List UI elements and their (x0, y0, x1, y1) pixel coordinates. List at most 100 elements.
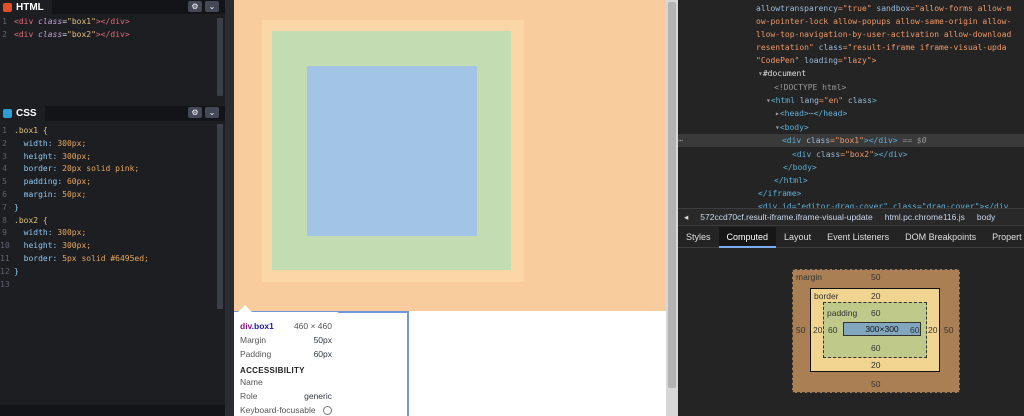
css-icon (3, 109, 12, 118)
breadcrumb-back-icon[interactable]: ◂ (684, 212, 688, 223)
line-number: 1 (2, 17, 7, 26)
html-code-editor[interactable]: 1 <div class="box1"></div> 2 <div class="bo… (0, 16, 220, 42)
css-collapse-chevron-down-icon[interactable]: ⌄ (205, 107, 219, 118)
css-editor-scrollbar[interactable] (217, 124, 223, 309)
code-text: width: 300px; (14, 228, 87, 238)
line-number: 1 (2, 126, 7, 135)
box-model-margin-right[interactable]: 50 (944, 325, 953, 335)
code-line[interactable]: 2 <div class="box2"></div> (0, 29, 220, 42)
box-model-border-left[interactable]: 20 (813, 325, 822, 335)
tooltip-element-class: .box1 (251, 321, 274, 331)
box-model-diagram: 300×300 margin 50 50 50 50 border 20 20 … (792, 269, 960, 393)
box-model-margin-top[interactable]: 50 (871, 272, 880, 282)
js-pane-header (0, 405, 225, 416)
code-line[interactable]: 5 padding: 60px; (0, 176, 214, 189)
subtab-propert[interactable]: Propert (984, 227, 1024, 248)
breadcrumb-item[interactable]: body (977, 212, 995, 222)
box-model-border-top[interactable]: 20 (871, 291, 880, 301)
subtab-layout[interactable]: Layout (776, 227, 819, 248)
css-code-editor[interactable]: 1 .box1 {2 width: 300px; 3 height: 300px; 4… (0, 125, 214, 291)
line-number: 3 (2, 151, 7, 161)
tooltip-focusable-icon (323, 405, 332, 415)
box-model-margin-bottom[interactable]: 50 (871, 379, 880, 389)
html-pane-tab[interactable]: HTML (0, 0, 52, 14)
code-line[interactable]: 1 <div class="box1"></div> (0, 16, 220, 29)
dom-head-node[interactable]: ▸<head>⋯</head> (775, 107, 847, 120)
css-pane-tab[interactable]: CSS (0, 106, 45, 121)
tooltip-accessibility-heading: ACCESSIBILITY (240, 366, 305, 375)
tooltip-caret (238, 305, 252, 312)
dom-line: resentation" class="result-iframe iframe… (756, 43, 1007, 52)
tooltip-padding-value: 60px (313, 349, 332, 359)
editor-column: HTML ⚙ ⌄ 1 <div class="box1"></div> 2 <div … (0, 0, 225, 416)
code-line[interactable]: 11 border: 5px solid #6495ed; (0, 253, 214, 266)
tooltip-role-row: Role generic (240, 389, 332, 403)
box1-margin-highlight[interactable] (234, 0, 666, 311)
tooltip-margin-row: Margin 50px (240, 333, 332, 347)
line-number: 8 (2, 215, 7, 225)
css-pane-title: CSS (16, 108, 37, 119)
code-line[interactable]: 2 width: 300px; (0, 138, 214, 151)
line-number: 12 (0, 266, 10, 276)
code-text: height: 300px; (14, 241, 92, 251)
box-model-border-bottom[interactable]: 20 (871, 360, 880, 370)
subtab-computed[interactable]: Computed (718, 226, 777, 248)
subtab-styles[interactable]: Styles (678, 227, 719, 248)
tooltip-focusable-label: Keyboard-focusable (240, 405, 316, 415)
breadcrumb-item[interactable]: html.pc.chrome116.js (885, 212, 965, 222)
box-model-padding-left[interactable]: 60 (828, 325, 837, 335)
dom-document-node[interactable]: ▾#document (758, 67, 806, 80)
preview-scrollbar[interactable] (666, 0, 678, 416)
code-line[interactable]: 1 .box1 { (0, 125, 214, 138)
dom-iframe-close[interactable]: </iframe> (758, 187, 801, 200)
tooltip-focusable-row: Keyboard-focusable (240, 403, 332, 416)
css-pane-header: CSS ⚙ ⌄ (0, 106, 225, 121)
tooltip-padding-label: Padding (240, 349, 272, 359)
tooltip-role-label: Role (240, 391, 258, 401)
dom-body-node[interactable]: ▾<body> (775, 121, 809, 134)
line-number: 9 (2, 228, 7, 238)
code-line[interactable]: 8 .box2 { (0, 215, 214, 228)
dom-box2-node[interactable]: <div class="box2"></div> (792, 148, 908, 161)
code-text: border: 5px solid #6495ed; (14, 253, 149, 263)
dom-body-close[interactable]: </body> (783, 161, 817, 174)
code-line[interactable]: 6 margin: 50px; (0, 189, 214, 202)
code-line[interactable]: 7} (0, 202, 214, 215)
code-line[interactable]: 10 height: 300px; (0, 240, 214, 253)
dom-line: "CodePen" loading="lazy"> (756, 56, 877, 65)
box-model-padding-bottom[interactable]: 60 (871, 343, 880, 353)
dom-box1-node[interactable]: ⋯ <div class="box1"></div> == $0 (678, 134, 1024, 147)
box-model-padding-right[interactable]: 60 (910, 325, 919, 335)
html-settings-gear-icon[interactable]: ⚙ (188, 1, 202, 12)
html-collapse-chevron-down-icon[interactable]: ⌄ (205, 1, 219, 12)
code-line[interactable]: 9 width: 300px; (0, 227, 214, 240)
code-line[interactable]: 13 (0, 279, 214, 292)
line-number: 5 (2, 177, 7, 187)
code-line[interactable]: 12} (0, 266, 214, 279)
code-line[interactable]: 3 height: 300px; (0, 151, 214, 164)
line-number: 13 (0, 279, 10, 289)
line-number: 4 (2, 164, 7, 174)
box-model-margin-left[interactable]: 50 (796, 325, 805, 335)
breadcrumb-item[interactable]: 572ccd70cf.result-iframe.iframe-visual-u… (700, 212, 872, 222)
subtab-dom-breakpoints[interactable]: DOM Breakpoints (897, 227, 984, 248)
editor-preview-resizer[interactable] (225, 0, 234, 416)
html-pane-title: HTML (16, 1, 44, 13)
tooltip-margin-value: 50px (313, 335, 332, 345)
dom-html-node[interactable]: ▾<html lang="en" class> (766, 94, 877, 107)
dom-html-close[interactable]: </html> (774, 174, 808, 187)
box-model-padding-top[interactable]: 60 (871, 308, 880, 318)
html-editor-scrollbar[interactable] (217, 18, 223, 96)
subtab-event-listeners[interactable]: Event Listeners (819, 227, 897, 248)
code-text: height: 300px; (14, 151, 92, 161)
tooltip-element-size: 460 × 460 (293, 321, 332, 331)
line-number: 6 (2, 189, 7, 199)
preview-scrollbar-thumb[interactable] (668, 2, 676, 388)
code-line[interactable]: 4 border: 20px solid pink; (0, 163, 214, 176)
code-text: <div class="box1"></div> (14, 17, 130, 26)
dom-doctype-node[interactable]: <!DOCTYPE html> (774, 81, 846, 94)
css-settings-gear-icon[interactable]: ⚙ (188, 107, 202, 118)
box-model-border-right[interactable]: 20 (928, 325, 937, 335)
box-model-margin-label: margin (796, 272, 822, 282)
dom-line[interactable]: <div id="editor-drag-cover" class="drag-… (758, 200, 1008, 208)
